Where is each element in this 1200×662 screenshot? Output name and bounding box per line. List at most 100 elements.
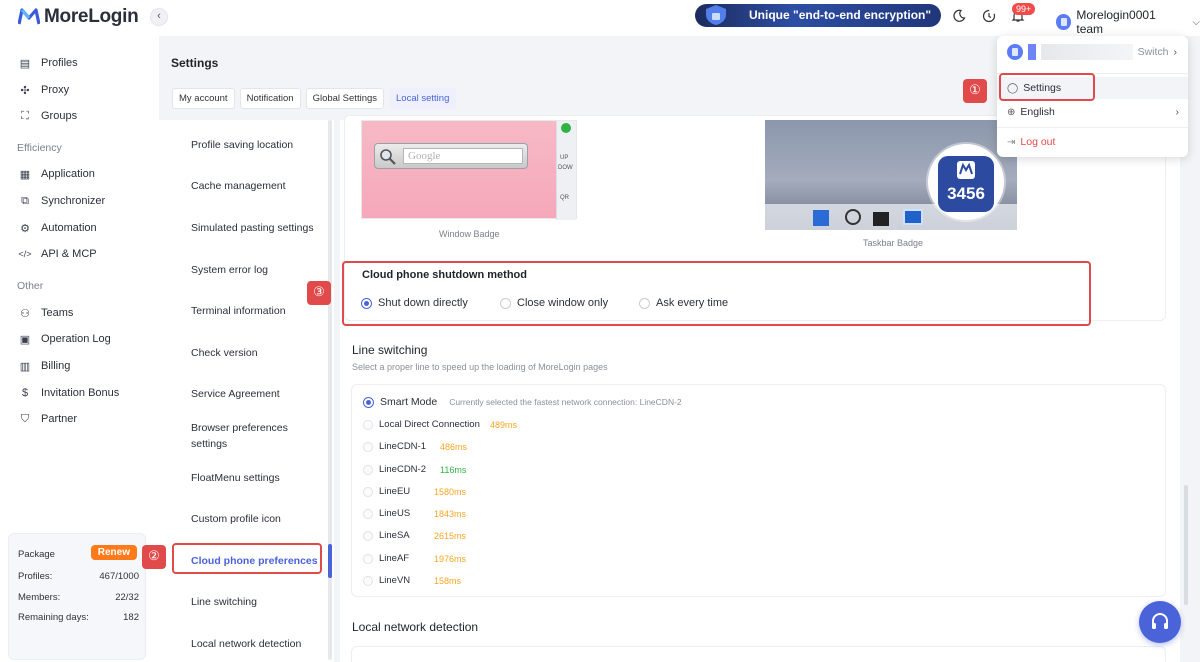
taskbar-badge-caption: Taskbar Badge	[863, 238, 924, 248]
line-name: LineAF	[379, 553, 410, 564]
sidebar-item-invitation-bonus[interactable]: $ Invitation Bonus	[18, 386, 119, 400]
menu-floatmenu-settings[interactable]: FloatMenu settings	[191, 470, 280, 487]
taskbar-badge-preview: 3456	[765, 120, 1017, 230]
radio-unchecked-icon	[363, 486, 373, 497]
shield-lock-icon	[706, 5, 726, 25]
sidebar-item-automation[interactable]: ⚙ Automation	[18, 221, 97, 235]
sidebar-item-synchronizer[interactable]: ⧉ Synchronizer	[18, 194, 105, 208]
sidebar-item-groups[interactable]: ⛶ Groups	[18, 109, 77, 123]
sidebar-item-teams[interactable]: ⚇ Teams	[18, 306, 73, 320]
apps-icon: ▦	[19, 168, 31, 181]
dropdown-logout[interactable]: ⇥ Log out	[1007, 136, 1055, 148]
dollar-icon: $	[21, 387, 29, 399]
package-members-row: Members: 22/32	[18, 592, 139, 603]
menu-system-error-log[interactable]: System error log	[191, 262, 268, 279]
collapse-sidebar-button[interactable]: ‹	[150, 8, 168, 26]
line-name: LineUS	[379, 508, 411, 519]
sidebar-item-billing[interactable]: ▥ Billing	[18, 359, 71, 373]
line-option-lineus[interactable]: LineUS 1843ms	[363, 508, 466, 519]
package-label: Package	[18, 549, 55, 560]
app-icon	[903, 209, 923, 225]
menu-scrollbar[interactable]	[328, 120, 332, 660]
sidebar-item-operation-log[interactable]: ▣ Operation Log	[18, 332, 111, 346]
window-badge-preview: Google UP DOW QR	[361, 120, 577, 220]
tab-local-setting[interactable]: Local setting	[389, 88, 457, 109]
line-option-lineeu[interactable]: LineEU 1580ms	[363, 486, 466, 497]
morelogin-logo-icon	[18, 8, 40, 25]
logo[interactable]: MoreLogin	[18, 6, 139, 28]
highlight-shutdown-method	[342, 261, 1091, 326]
menu-cache-management[interactable]: Cache management	[191, 178, 286, 195]
package-profiles-value: 467/1000	[99, 571, 139, 582]
logo-text: MoreLogin	[44, 6, 139, 27]
sidebar-item-label: Application	[41, 168, 95, 180]
line-option-lineaf[interactable]: LineAF 1976ms	[363, 553, 466, 564]
sidebar-item-profiles[interactable]: ▤ Profiles	[18, 56, 78, 70]
line-latency: 1843ms	[434, 508, 467, 519]
log-icon: ▣	[19, 333, 31, 346]
morelogin-badge-icon	[957, 161, 975, 179]
promo-banner[interactable]: Unique "end-to-end encryption"	[695, 4, 941, 27]
line-switching-desc: Select a proper line to speed up the loa…	[352, 362, 608, 372]
redacted-block	[1040, 44, 1133, 60]
sidebar-item-label: Automation	[41, 222, 97, 234]
network-detection-title: Local network detection	[352, 620, 479, 634]
settings-menu: Profile saving location Cache management…	[159, 120, 334, 662]
package-members-label: Members:	[18, 592, 61, 603]
radio-smart-mode[interactable]: Smart Mode Currently selected the fastes…	[363, 396, 682, 408]
menu-profile-saving-location[interactable]: Profile saving location	[191, 137, 293, 154]
line-option-linesa[interactable]: LineSA 2615ms	[363, 530, 466, 541]
renew-button[interactable]: Renew	[90, 545, 137, 560]
tab-my-account[interactable]: My account	[172, 88, 235, 109]
sidebar-item-partner[interactable]: ⛉ Partner	[18, 412, 77, 426]
google-search-bar: Google	[374, 143, 528, 169]
sidebar-item-label: Profiles	[41, 57, 78, 69]
chevron-right-icon: ›	[1173, 46, 1178, 58]
annotation-step-1: ①	[963, 79, 987, 103]
status-dot-icon	[561, 123, 571, 133]
menu-line-switching[interactable]: Line switching	[191, 594, 257, 611]
line-name: LineCDN-2	[379, 464, 426, 475]
radio-unchecked-icon	[363, 441, 373, 452]
line-option-linevn[interactable]: LineVN 158ms	[363, 575, 461, 586]
line-option-linecdn-2[interactable]: LineCDN-2 116ms	[363, 464, 466, 475]
google-placeholder: Google	[403, 148, 523, 164]
sync-status-icon[interactable]	[982, 9, 996, 23]
sidebar-item-application[interactable]: ▦ Application	[18, 167, 95, 181]
menu-terminal-information[interactable]: Terminal information	[191, 303, 286, 320]
package-members-value: 22/32	[115, 592, 139, 603]
line-option-linecdn-1[interactable]: LineCDN-1 486ms	[363, 441, 467, 452]
menu-custom-profile-icon[interactable]: Custom profile icon	[191, 511, 281, 528]
annotation-step-2: ②	[142, 545, 166, 569]
line-latency: 486ms	[440, 441, 468, 452]
content-scrollbar[interactable]	[1184, 485, 1188, 605]
line-latency: 489ms	[490, 419, 518, 430]
sidebar-item-label: Proxy	[41, 84, 70, 96]
sync-icon: ⧉	[21, 194, 29, 207]
network-detection-card	[351, 646, 1166, 662]
line-latency: 1580ms	[434, 486, 467, 497]
menu-check-version[interactable]: Check version	[191, 345, 258, 362]
line-name: LineSA	[379, 530, 410, 541]
sidebar-item-proxy[interactable]: ✣ Proxy	[18, 83, 69, 97]
menu-local-network-detection[interactable]: Local network detection	[191, 636, 301, 653]
package-days-value: 182	[123, 612, 139, 623]
tab-notification[interactable]: Notification	[239, 88, 301, 109]
menu-active-indicator	[328, 544, 332, 578]
sidebar-item-api[interactable]: </> API & MCP	[18, 247, 96, 261]
dropdown-team-switch[interactable]: Switch ›	[1007, 44, 1177, 60]
menu-browser-preferences-line2[interactable]: settings	[191, 436, 227, 453]
menu-browser-preferences[interactable]: Browser preferences	[191, 420, 288, 437]
logout-icon: ⇥	[1007, 136, 1016, 148]
line-option-local-direct[interactable]: Local Direct Connection 489ms	[363, 419, 517, 430]
team-switcher[interactable]: Morelogin0001 team ⌵	[1056, 8, 1200, 36]
dropdown-language[interactable]: ⊕ English ›	[1007, 106, 1179, 118]
tab-global-settings[interactable]: Global Settings	[305, 88, 385, 109]
partner-icon: ⛉	[20, 412, 30, 425]
menu-service-agreement[interactable]: Service Agreement	[191, 386, 280, 403]
headset-icon	[1152, 613, 1168, 629]
radio-unchecked-icon	[363, 464, 373, 475]
dark-mode-icon[interactable]	[952, 9, 966, 23]
support-button[interactable]	[1139, 601, 1181, 643]
menu-simulated-pasting[interactable]: Simulated pasting settings	[191, 220, 314, 237]
